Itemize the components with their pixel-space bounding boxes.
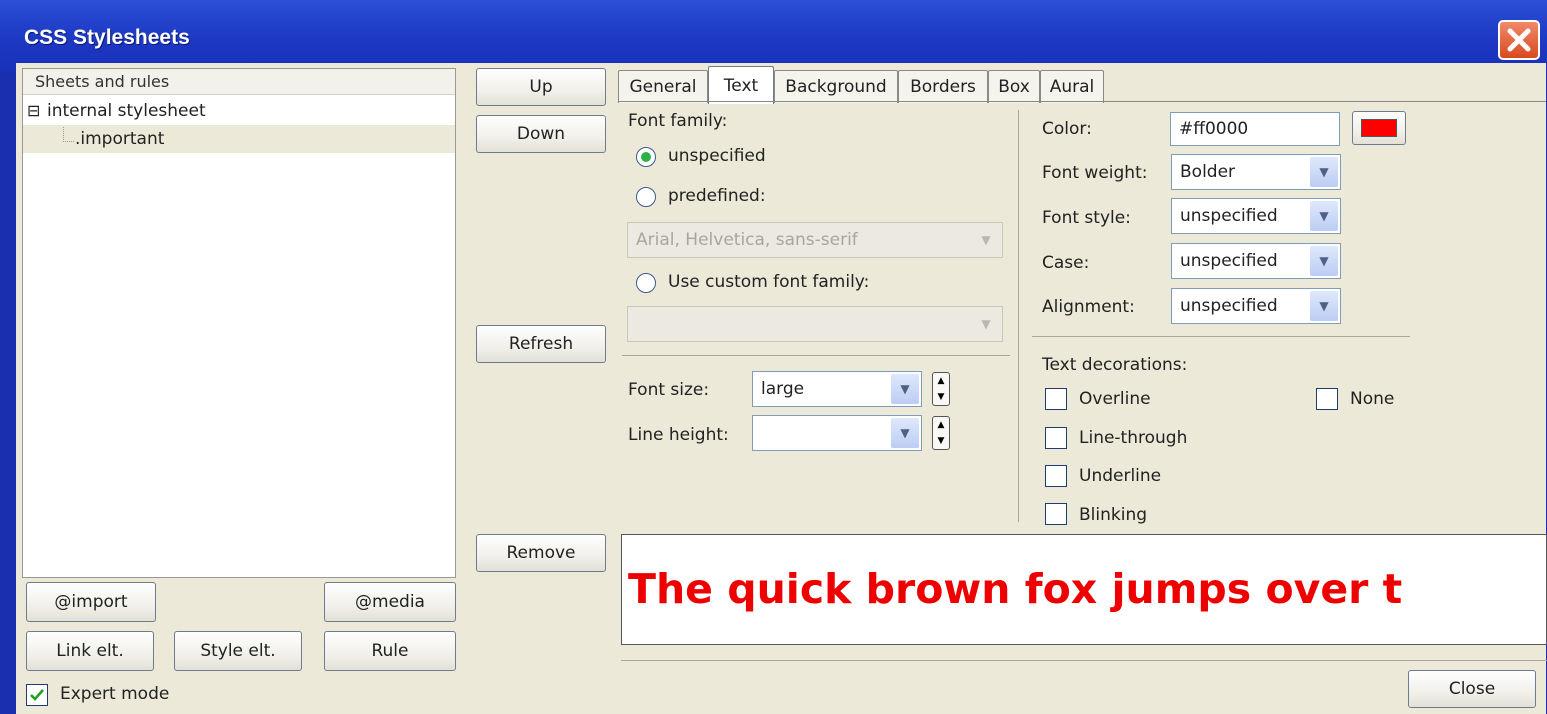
section-divider (1032, 336, 1410, 337)
chevron-down-icon: ▼ (891, 374, 919, 404)
alignment-label: Alignment: (1042, 297, 1135, 317)
font-weight-value: Bolder (1180, 162, 1236, 182)
underline-checkbox[interactable] (1045, 465, 1067, 487)
collapse-icon[interactable]: ⊟ (27, 97, 40, 125)
tab-borders[interactable]: Borders (898, 70, 988, 103)
line-height-spinner[interactable]: ▲ ▼ (932, 416, 950, 450)
sheets-tree[interactable]: Sheets and rules ⊟ internal stylesheet .… (22, 68, 456, 578)
chevron-down-icon: ▼ (981, 233, 991, 247)
color-input[interactable]: #ff0000 (1170, 112, 1340, 146)
font-style-label: Font style: (1042, 208, 1131, 228)
color-swatch (1361, 119, 1397, 137)
link-element-button[interactable]: Link elt. (26, 631, 154, 671)
color-label: Color: (1042, 119, 1092, 139)
tab-box[interactable]: Box (988, 70, 1040, 103)
preview-text: The quick brown fox jumps over t (628, 565, 1403, 613)
spin-up-icon[interactable]: ▲ (933, 417, 949, 433)
dialog-window: CSS Stylesheets Sheets and rules ⊟ inter… (0, 0, 1547, 714)
font-family-label: Font family: (628, 111, 728, 131)
chevron-down-icon: ▼ (1310, 201, 1338, 231)
remove-button[interactable]: Remove (476, 534, 606, 572)
font-style-select[interactable]: unspecified ▼ (1171, 198, 1341, 234)
media-button[interactable]: @media (324, 582, 456, 622)
tree-item-label: internal stylesheet (47, 101, 206, 121)
checkmark-icon (30, 689, 44, 701)
spin-up-icon[interactable]: ▲ (933, 373, 949, 389)
rule-button[interactable]: Rule (324, 631, 456, 671)
expert-mode-checkbox[interactable] (26, 684, 48, 706)
predefined-font-value: Arial, Helvetica, sans-serif (636, 230, 858, 250)
case-select[interactable]: unspecified ▼ (1171, 243, 1341, 279)
down-button[interactable]: Down (476, 115, 606, 153)
blinking-label: Blinking (1079, 505, 1148, 525)
chevron-down-icon: ▼ (1310, 291, 1338, 321)
tree-item-internal-stylesheet[interactable]: ⊟ internal stylesheet (23, 97, 455, 125)
line-height-label: Line height: (628, 425, 729, 445)
none-label: None (1350, 389, 1395, 409)
tree-connector-icon (63, 127, 74, 142)
custom-font-select[interactable]: ▼ (627, 306, 1003, 342)
alignment-select[interactable]: unspecified ▼ (1171, 288, 1341, 324)
chevron-down-icon: ▼ (1310, 246, 1338, 276)
chevron-down-icon: ▼ (891, 418, 919, 448)
overline-label: Overline (1079, 389, 1151, 409)
title-bar[interactable]: CSS Stylesheets (0, 0, 1547, 72)
tab-general[interactable]: General (618, 70, 708, 103)
column-divider (1018, 110, 1019, 522)
chevron-down-icon: ▼ (981, 317, 991, 331)
chevron-down-icon: ▼ (1310, 157, 1338, 187)
up-button[interactable]: Up (476, 68, 606, 106)
font-size-value: large (761, 379, 805, 399)
font-size-spinner[interactable]: ▲ ▼ (932, 372, 950, 406)
font-weight-select[interactable]: Bolder ▼ (1171, 154, 1341, 190)
tab-divider (618, 101, 1546, 102)
style-element-button[interactable]: Style elt. (174, 631, 302, 671)
radio-predefined[interactable] (636, 187, 656, 207)
overline-checkbox[interactable] (1045, 388, 1067, 410)
text-decorations-label: Text decorations: (1042, 355, 1188, 375)
font-weight-label: Font weight: (1042, 163, 1148, 183)
preview-pane: The quick brown fox jumps over t (621, 534, 1547, 645)
close-button[interactable]: Close (1408, 670, 1536, 708)
tree-item-important[interactable]: .important (23, 125, 455, 153)
spin-down-icon[interactable]: ▼ (933, 389, 949, 405)
case-value: unspecified (1180, 251, 1278, 271)
alignment-value: unspecified (1180, 296, 1278, 316)
line-through-checkbox[interactable] (1045, 427, 1067, 449)
spin-down-icon[interactable]: ▼ (933, 433, 949, 449)
sheets-header: Sheets and rules (23, 69, 455, 95)
section-divider (622, 355, 1010, 356)
underline-label: Underline (1079, 466, 1162, 486)
line-through-label: Line-through (1079, 428, 1188, 448)
blinking-checkbox[interactable] (1045, 503, 1067, 525)
predefined-font-select[interactable]: Arial, Helvetica, sans-serif ▼ (627, 222, 1003, 258)
none-checkbox[interactable] (1316, 388, 1338, 410)
expert-mode-label: Expert mode (60, 684, 170, 704)
tab-text[interactable]: Text (708, 66, 774, 104)
radio-unspecified-label: unspecified (668, 146, 766, 166)
radio-custom-font-label: Use custom font family: (668, 272, 870, 292)
color-picker-button[interactable] (1352, 111, 1406, 145)
window-title: CSS Stylesheets (24, 26, 190, 49)
tab-background[interactable]: Background (774, 70, 898, 103)
font-size-select[interactable]: large ▼ (752, 371, 922, 407)
font-size-label: Font size: (628, 380, 710, 400)
refresh-button[interactable]: Refresh (476, 325, 606, 363)
line-height-select[interactable]: ▼ (752, 415, 922, 451)
case-label: Case: (1042, 253, 1090, 273)
font-style-value: unspecified (1180, 206, 1278, 226)
section-divider (621, 660, 1547, 661)
close-icon[interactable] (1498, 20, 1540, 60)
tab-aural[interactable]: Aural (1040, 70, 1104, 103)
radio-custom-font[interactable] (636, 273, 656, 293)
import-button[interactable]: @import (26, 582, 156, 622)
radio-predefined-label: predefined: (668, 186, 766, 206)
radio-unspecified[interactable] (636, 147, 656, 167)
tree-item-label: .important (75, 129, 165, 149)
